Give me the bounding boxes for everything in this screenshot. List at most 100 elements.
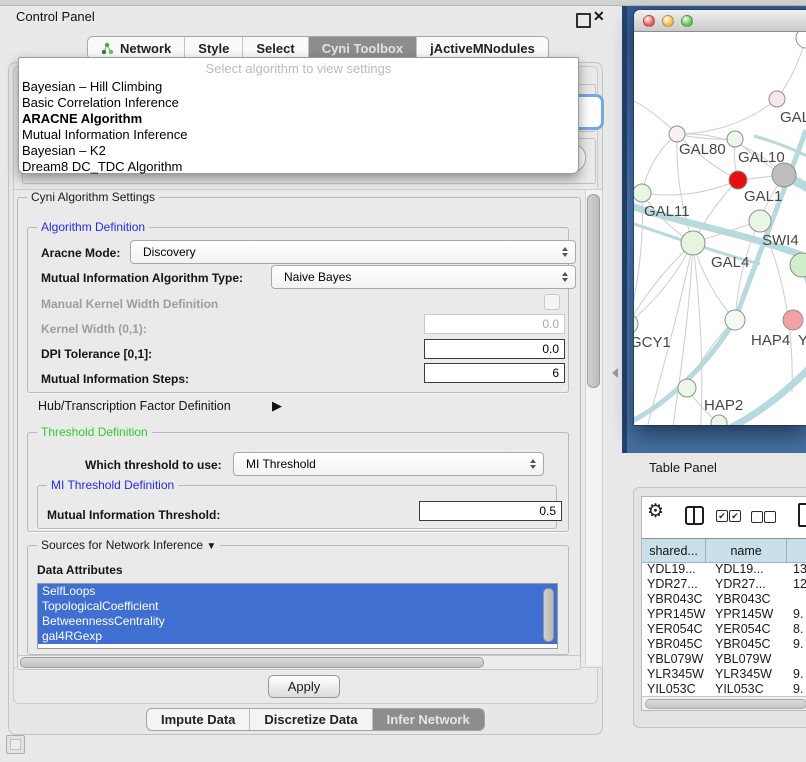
- minimized-panel-icon[interactable]: [6, 735, 25, 754]
- cell: YLR345W: [715, 667, 772, 682]
- dropdown-item-bayesian-hill-climbing[interactable]: Bayesian – Hill Climbing: [22, 79, 162, 95]
- edge[interactable]: [677, 134, 735, 139]
- mi-threshold-field[interactable]: 0.5: [419, 501, 562, 521]
- table-row[interactable]: YIL053CYIL053C9.: [642, 682, 806, 695]
- node-hap4[interactable]: [725, 310, 745, 330]
- data-attributes-list[interactable]: SelfLoopsTopologicalCoefficientBetweenne…: [37, 583, 558, 649]
- apply-button[interactable]: Apply: [268, 675, 340, 698]
- control-panel-title: Control Panel: [16, 9, 95, 24]
- kernel-width-label: Kernel Width (0,1):: [41, 322, 147, 336]
- dropdown-item-bayesian-k2[interactable]: Bayesian – K2: [22, 143, 106, 159]
- tab-select[interactable]: Select: [243, 37, 308, 59]
- cell: YDL19...: [715, 562, 764, 577]
- which-threshold-combo[interactable]: MI Threshold: [233, 452, 544, 476]
- table-row[interactable]: YBL079WYBL079W: [642, 652, 806, 667]
- network-icon: [101, 42, 114, 55]
- algorithm-dropdown-popup: Select algorithm to view settings Bayesi…: [18, 57, 579, 174]
- node-gal4[interactable]: [681, 231, 705, 255]
- manual-kernel-width-checkbox[interactable]: [544, 294, 560, 310]
- table-horizontal-scrollbar[interactable]: [642, 696, 806, 710]
- node[interactable]: [796, 32, 806, 48]
- cell: 9.: [793, 637, 803, 652]
- column-layout-icon[interactable]: [685, 506, 704, 525]
- table-row[interactable]: YPR145WYPR145W9.: [642, 607, 806, 622]
- table-row[interactable]: YDR27...YDR27...12: [642, 577, 806, 592]
- column-header-extra[interactable]: [787, 539, 806, 562]
- node[interactable]: [790, 253, 806, 277]
- edge[interactable]: [642, 180, 738, 195]
- bottom-tab-impute-data[interactable]: Impute Data: [147, 709, 250, 730]
- edge[interactable]: [672, 243, 693, 425]
- node-label-gal11: GAL11: [644, 203, 690, 220]
- tab-label: Cyni Toolbox: [322, 41, 403, 56]
- tab-style[interactable]: Style: [185, 37, 243, 59]
- network-window-titlebar[interactable]: [634, 10, 806, 32]
- dropdown-item-basic-correlation-inference[interactable]: Basic Correlation Inference: [22, 95, 179, 111]
- network-canvas[interactable]: GALGAL80GAL10GAL1GAL11SWI4GAL4GCY1HAP4YH…: [634, 32, 806, 425]
- kernel-width-field[interactable]: 0.0: [424, 314, 565, 334]
- node-swi4[interactable]: [749, 210, 771, 232]
- sources-group-title: Sources for Network Inference ▼: [37, 538, 220, 552]
- close-traffic-light[interactable]: [643, 15, 655, 27]
- document-icon[interactable]: [798, 503, 806, 527]
- node-gal10[interactable]: [727, 131, 743, 147]
- node[interactable]: [772, 163, 796, 187]
- dpi-tolerance-field[interactable]: 0.0: [424, 339, 565, 359]
- dpi-tolerance-label: DPI Tolerance [0,1]:: [41, 347, 152, 361]
- attribute-item-topologicalcoefficient[interactable]: TopologicalCoefficient: [38, 599, 557, 614]
- checked-checkbox-icon[interactable]: ✔: [716, 510, 728, 522]
- table-row[interactable]: YBR043CYBR043C: [642, 592, 806, 607]
- horizontal-scrollbar-thumb[interactable]: [20, 657, 484, 668]
- divider-collapse-arrow-icon[interactable]: [612, 368, 618, 378]
- tab-cyni-toolbox[interactable]: Cyni Toolbox: [309, 37, 417, 59]
- zoom-traffic-light[interactable]: [681, 15, 693, 27]
- tab-network[interactable]: Network: [88, 37, 185, 59]
- node-y[interactable]: [783, 310, 803, 330]
- column-header-shared[interactable]: shared...: [642, 539, 706, 562]
- tab-jactivemnodules[interactable]: jActiveMNodules: [417, 37, 548, 59]
- minimize-traffic-light[interactable]: [662, 15, 674, 27]
- settings-scrollbar-thumb[interactable]: [587, 194, 600, 388]
- node-gal[interactable]: [769, 91, 785, 107]
- attribute-item-betweennesscentrality[interactable]: BetweennessCentrality: [38, 614, 557, 629]
- bottom-tab-infer-network[interactable]: Infer Network: [373, 709, 484, 730]
- aracne-mode-combo[interactable]: Discovery: [130, 240, 576, 264]
- mi-algorithm-type-combo[interactable]: Naive Bayes: [271, 265, 576, 289]
- node-gal80[interactable]: [669, 126, 685, 142]
- column-header-name[interactable]: name: [706, 539, 787, 562]
- sources-expander-expanded-icon[interactable]: ▼: [206, 541, 216, 552]
- table-scrollbar-thumb[interactable]: [645, 699, 806, 709]
- attribute-item-gal4rgexp[interactable]: gal4RGexp: [38, 629, 557, 644]
- which-threshold-label: Which threshold to use:: [85, 458, 222, 472]
- dropdown-item-aracne-algorithm[interactable]: ARACNE Algorithm: [22, 111, 142, 127]
- network-view-window: GALGAL80GAL10GAL1GAL11SWI4GAL4GCY1HAP4YH…: [634, 10, 806, 425]
- cell: YER054C: [647, 622, 703, 637]
- dropdown-item-mutual-information-inference[interactable]: Mutual Information Inference: [22, 127, 187, 143]
- table-row[interactable]: YER054CYER054C8.: [642, 622, 806, 637]
- cell: 8.: [793, 622, 803, 637]
- dropdown-item-dream8-dc-tdc-algorithm[interactable]: Dream8 DC_TDC Algorithm: [22, 159, 182, 175]
- table-settings-gear-icon[interactable]: ⚙: [647, 500, 664, 523]
- table-row[interactable]: YLR345WYLR345W9.: [642, 667, 806, 682]
- float-window-icon[interactable]: [576, 13, 591, 28]
- edge[interactable]: [677, 99, 777, 134]
- node-gal1[interactable]: [729, 171, 747, 189]
- mi-steps-value: 6: [552, 366, 559, 380]
- bottom-tab-discretize-data[interactable]: Discretize Data: [250, 709, 372, 730]
- mi-steps-field[interactable]: 6: [424, 363, 565, 383]
- close-icon[interactable]: ✕: [593, 8, 605, 25]
- hub-expander-collapsed-icon[interactable]: ▶: [272, 398, 282, 414]
- node[interactable]: [711, 415, 727, 425]
- unchecked-checkbox-icon[interactable]: [751, 511, 763, 523]
- table-row[interactable]: YDL19...YDL19...13: [642, 562, 806, 577]
- unchecked-checkbox-icon[interactable]: [764, 511, 776, 523]
- attributes-list-scrollbar-thumb[interactable]: [543, 588, 554, 642]
- attribute-item-selfloops[interactable]: SelfLoops: [38, 584, 557, 599]
- thick-edge[interactable]: [726, 352, 806, 425]
- node-hap2[interactable]: [678, 379, 696, 397]
- data-attributes-label: Data Attributes: [37, 563, 123, 577]
- node-gal11[interactable]: [634, 184, 651, 202]
- edge[interactable]: [642, 134, 677, 193]
- table-row[interactable]: YBR045CYBR045C9.: [642, 637, 806, 652]
- checked-checkbox-icon[interactable]: ✔: [729, 510, 741, 522]
